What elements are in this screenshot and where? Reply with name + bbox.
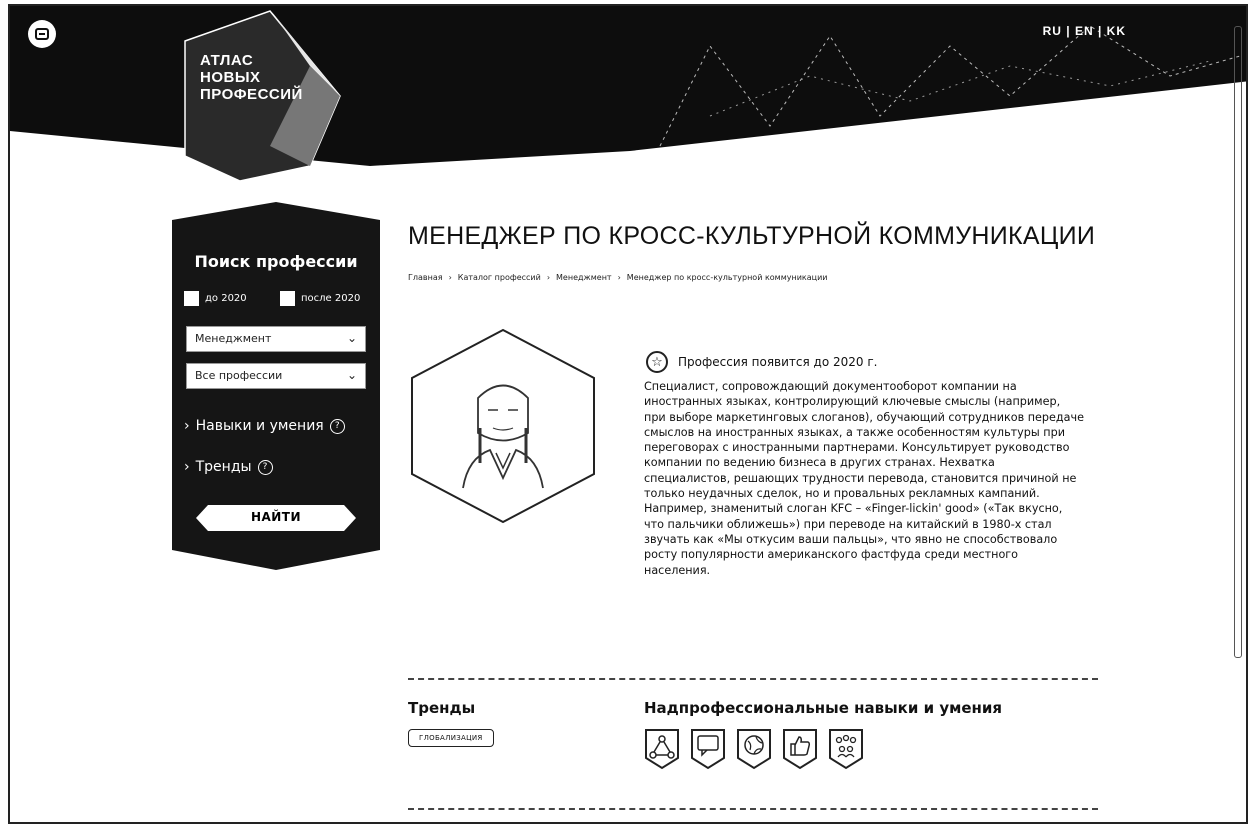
trends-filter-label: Тренды	[195, 459, 252, 475]
browser-frame: АТЛАС НОВЫХ ПРОФЕССИЙ RU | EN | KK Поиск…	[8, 4, 1248, 824]
checkbox-before-2020[interactable]: до 2020	[184, 291, 247, 306]
team-work-icon[interactable]	[828, 728, 864, 770]
find-button[interactable]: НАЙТИ	[196, 505, 356, 531]
section-divider	[408, 678, 1098, 680]
chevron-down-icon: ⌄	[346, 331, 357, 345]
profession-illustration	[411, 328, 595, 524]
logo-line-2: НОВЫХ	[200, 69, 261, 86]
trends-heading: Тренды	[408, 699, 476, 717]
breadcrumb-category[interactable]: Менеджмент	[556, 273, 612, 282]
checkbox-box[interactable]	[280, 291, 295, 306]
menu-button[interactable]	[28, 20, 56, 48]
breadcrumb: Главная › Каталог профессий › Менеджмент…	[408, 273, 827, 282]
help-icon[interactable]: ?	[257, 459, 273, 475]
multilingual-icon[interactable]	[736, 728, 772, 770]
scrollbar[interactable]	[1234, 26, 1242, 658]
checkbox-box[interactable]	[184, 291, 199, 306]
header-banner: АТЛАС НОВЫХ ПРОФЕССИЙ RU | EN | KK	[10, 6, 1246, 196]
chevron-right-icon: ›	[184, 418, 190, 434]
breadcrumb-home[interactable]: Главная	[408, 273, 443, 282]
chevron-right-icon: ›	[184, 459, 190, 475]
profession-description: Специалист, сопровождающий документообор…	[644, 380, 1084, 577]
breadcrumb-separator-icon: ›	[448, 273, 452, 282]
breadcrumb-separator-icon: ›	[546, 273, 551, 282]
site-logo[interactable]: АТЛАС НОВЫХ ПРОФЕССИЙ	[200, 52, 303, 103]
breadcrumb-current: Менеджер по кросс-культурной коммуникаци…	[626, 273, 828, 282]
profession-status: ☆ Профессия появится до 2020 г.	[646, 351, 877, 373]
profession-status-text: Профессия появится до 2020 г.	[678, 355, 878, 369]
breadcrumb-separator-icon: ›	[617, 273, 621, 282]
client-orientation-icon[interactable]	[782, 728, 818, 770]
menu-icon	[35, 28, 49, 40]
profession-select[interactable]: Все профессии ⌄	[186, 363, 366, 389]
find-button-label: НАЙТИ	[250, 510, 302, 524]
section-divider	[408, 808, 1098, 810]
language-switcher[interactable]: RU | EN | KK	[1043, 24, 1126, 38]
chevron-down-icon: ⌄	[346, 368, 357, 382]
communication-icon[interactable]	[690, 728, 726, 770]
sidebar-title: Поиск профессии	[194, 252, 358, 271]
field-select[interactable]: Менеджмент ⌄	[186, 326, 366, 352]
logo-line-1: АТЛАС	[200, 52, 254, 69]
checkbox-label: до 2020	[205, 293, 247, 304]
skills-heading: Надпрофессиональные навыки и умения	[644, 699, 1003, 717]
logo-line-3: ПРОФЕССИЙ	[200, 86, 303, 103]
breadcrumb-catalog[interactable]: Каталог профессий	[458, 273, 541, 282]
trends-filter-link[interactable]: › Тренды ?	[184, 459, 273, 475]
checkbox-after-2020[interactable]: после 2020	[280, 291, 360, 306]
search-sidebar: Поиск профессии до 2020 после 2020 Менед…	[172, 202, 380, 572]
systems-thinking-icon[interactable]	[644, 728, 680, 770]
help-icon[interactable]: ?	[329, 418, 345, 434]
skills-filter-link[interactable]: › Навыки и умения ?	[184, 418, 345, 434]
profession-select-value: Все профессии	[195, 369, 283, 382]
field-select-value: Менеджмент	[195, 332, 272, 345]
page-title: МЕНЕДЖЕР ПО КРОСС-КУЛЬТУРНОЙ КОММУНИКАЦИ…	[408, 222, 1096, 250]
star-icon: ☆	[646, 351, 668, 373]
trend-tag[interactable]: ГЛОБАЛИЗАЦИЯ	[408, 729, 494, 747]
skills-filter-label: Навыки и умения	[195, 418, 324, 434]
checkbox-label: после 2020	[301, 293, 361, 304]
